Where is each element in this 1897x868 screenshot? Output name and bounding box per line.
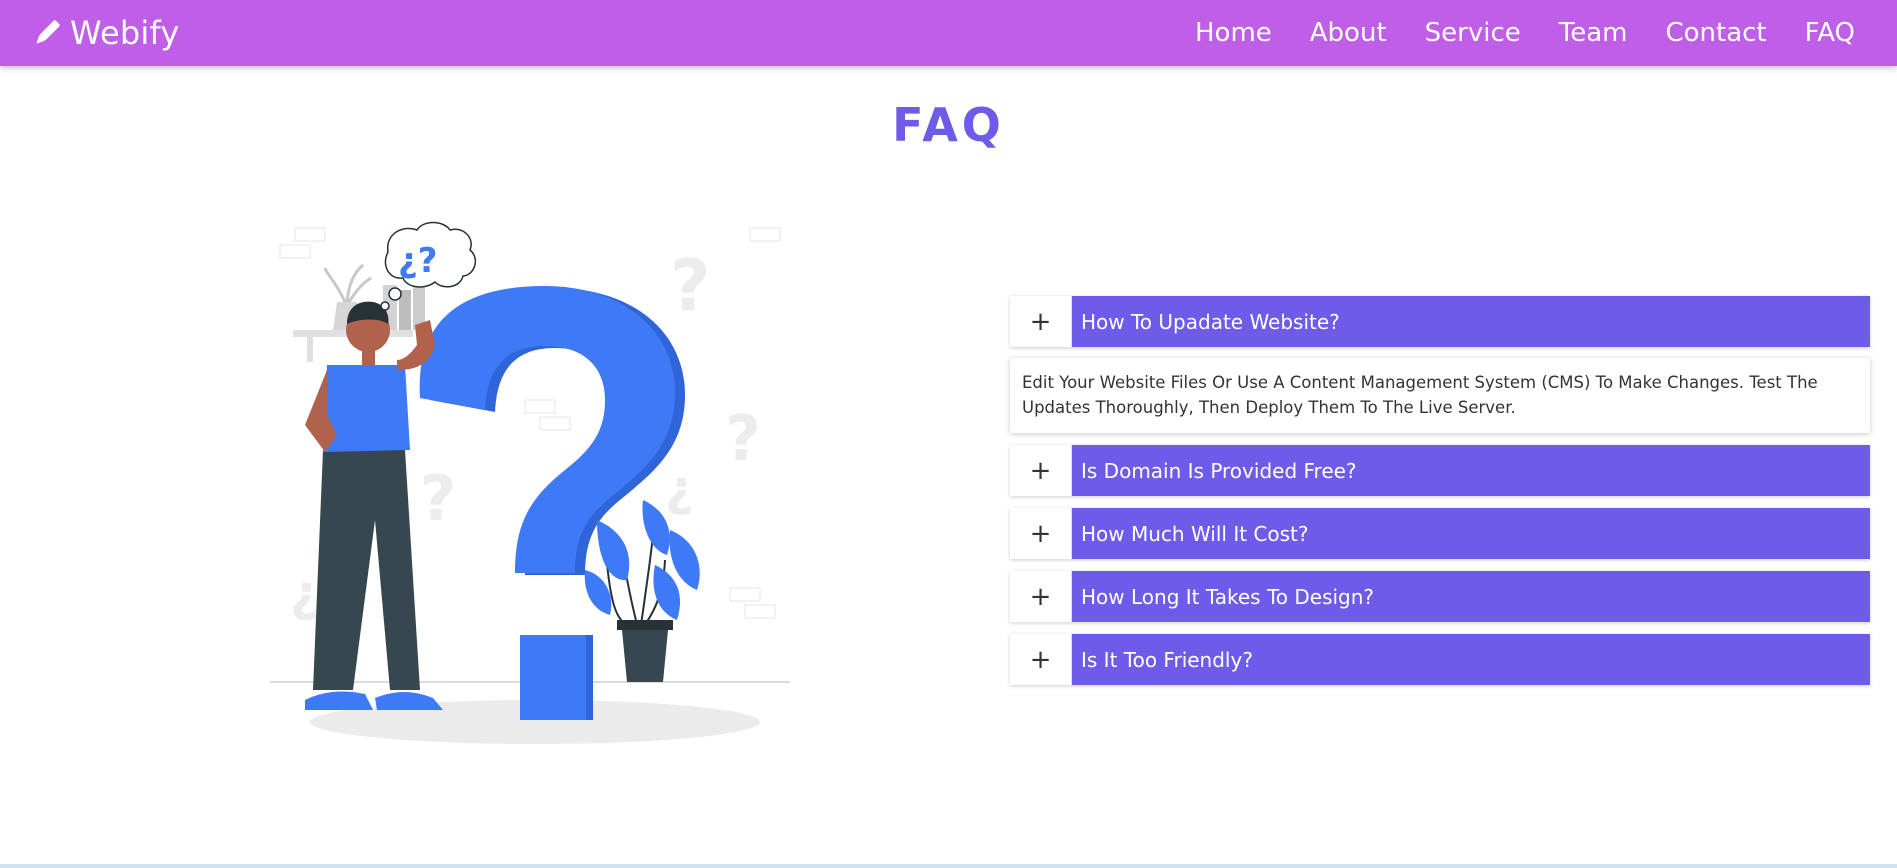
faq-question-header[interactable]: + How To Upadate Website? xyxy=(1010,296,1870,347)
faq-item: + How Much Will It Cost? xyxy=(1010,508,1870,559)
brand-name: Webify xyxy=(70,14,180,52)
svg-text:¿: ¿ xyxy=(665,459,694,517)
faq-item: + Is It Too Friendly? xyxy=(1010,634,1870,685)
svg-text:?: ? xyxy=(670,245,711,327)
expand-icon[interactable]: + xyxy=(1010,445,1072,496)
svg-text:?: ? xyxy=(420,462,456,535)
expand-icon[interactable]: + xyxy=(1010,571,1072,622)
navbar: Webify Home About Service Team Contact F… xyxy=(0,0,1897,66)
nav-menu: Home About Service Team Contact FAQ xyxy=(1195,18,1855,48)
nav-home[interactable]: Home xyxy=(1195,18,1272,48)
svg-text:?: ? xyxy=(725,402,761,475)
nav-faq[interactable]: FAQ xyxy=(1805,18,1855,48)
brand-logo[interactable]: Webify xyxy=(30,14,180,52)
faq-answer: Edit Your Website Files Or Use A Content… xyxy=(1010,358,1870,433)
faq-question-header[interactable]: + Is It Too Friendly? xyxy=(1010,634,1870,685)
nav-team[interactable]: Team xyxy=(1559,18,1628,48)
expand-icon[interactable]: + xyxy=(1010,634,1072,685)
nav-service[interactable]: Service xyxy=(1425,18,1521,48)
faq-item: + How To Upadate Website? Edit Your Webs… xyxy=(1010,296,1870,433)
faq-question-header[interactable]: + Is Domain Is Provided Free? xyxy=(1010,445,1870,496)
expand-icon[interactable]: + xyxy=(1010,508,1072,559)
faq-question[interactable]: Is It Too Friendly? xyxy=(1072,634,1870,685)
nav-about[interactable]: About xyxy=(1310,18,1387,48)
section-title: FAQ xyxy=(892,98,1005,152)
footer-edge xyxy=(0,864,1897,868)
faq-item: + Is Domain Is Provided Free? xyxy=(1010,445,1870,496)
faq-question[interactable]: How To Upadate Website? xyxy=(1072,296,1870,347)
faq-illustration: ? ? ¿ ? ¿ ¿? xyxy=(265,220,795,750)
thought-bubble-text: ¿? xyxy=(398,241,437,281)
faq-question[interactable]: How Long It Takes To Design? xyxy=(1072,571,1870,622)
faq-item: + How Long It Takes To Design? xyxy=(1010,571,1870,622)
faq-accordion: + How To Upadate Website? Edit Your Webs… xyxy=(1010,296,1870,697)
pencil-icon xyxy=(30,16,64,50)
faq-question[interactable]: How Much Will It Cost? xyxy=(1072,508,1870,559)
expand-icon[interactable]: + xyxy=(1010,296,1072,347)
nav-contact[interactable]: Contact xyxy=(1665,18,1766,48)
faq-question[interactable]: Is Domain Is Provided Free? xyxy=(1072,445,1870,496)
faq-question-header[interactable]: + How Long It Takes To Design? xyxy=(1010,571,1870,622)
faq-question-header[interactable]: + How Much Will It Cost? xyxy=(1010,508,1870,559)
svg-text:¿: ¿ xyxy=(290,564,319,622)
